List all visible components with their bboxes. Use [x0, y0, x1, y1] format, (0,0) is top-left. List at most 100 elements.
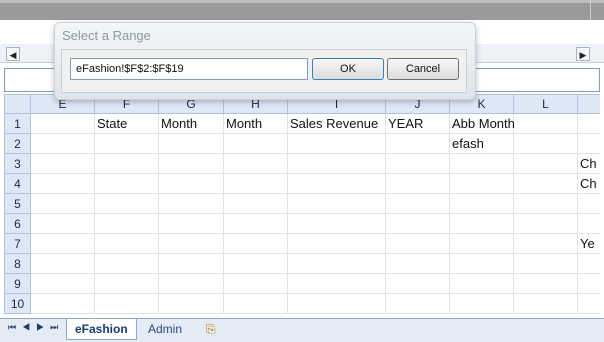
grid-cell[interactable] — [513, 173, 578, 194]
row-header[interactable]: 7 — [4, 233, 31, 254]
row-header[interactable]: 2 — [4, 133, 31, 154]
grid-cell[interactable] — [94, 233, 159, 254]
grid-cell[interactable] — [30, 133, 95, 154]
grid-cell[interactable] — [223, 233, 288, 254]
sheet-nav-icons[interactable]: ⏮◀▶⏭ — [8, 322, 64, 333]
column-header-l[interactable]: L — [513, 94, 578, 114]
row-header[interactable]: 1 — [4, 113, 31, 134]
grid-cell[interactable] — [513, 233, 578, 254]
range-input[interactable] — [70, 58, 308, 80]
grid-cell[interactable] — [30, 113, 95, 134]
grid-cell[interactable] — [223, 173, 288, 194]
grid-cell[interactable] — [287, 133, 386, 154]
chevron-right-icon[interactable]: ▶ — [576, 47, 590, 61]
row-header[interactable]: 5 — [4, 193, 31, 214]
grid-cell[interactable]: State — [94, 113, 159, 134]
grid-cell[interactable] — [223, 273, 288, 294]
chevron-left-icon[interactable]: ◀ — [6, 47, 20, 61]
grid-cell[interactable] — [287, 153, 386, 174]
grid-cell[interactable] — [223, 213, 288, 234]
grid-cell[interactable] — [30, 253, 95, 274]
grid-cell[interactable] — [513, 153, 578, 174]
grid-cell[interactable] — [513, 293, 578, 314]
cancel-button[interactable]: Cancel — [387, 58, 459, 80]
sheet-tab-efashion[interactable]: eFashion — [66, 319, 137, 340]
grid-cell[interactable] — [287, 273, 386, 294]
grid-cell[interactable] — [94, 273, 159, 294]
grid-cell[interactable] — [385, 213, 450, 234]
grid-cell[interactable] — [513, 253, 578, 274]
row-header[interactable]: 8 — [4, 253, 31, 274]
grid-cell[interactable] — [449, 193, 514, 214]
grid-cell[interactable] — [385, 273, 450, 294]
sheet-tab-admin[interactable]: Admin — [140, 319, 190, 339]
grid-cell[interactable] — [30, 153, 95, 174]
grid-cell[interactable] — [385, 193, 450, 214]
grid-cell[interactable] — [223, 193, 288, 214]
grid-cell[interactable] — [577, 113, 600, 134]
grid-cell[interactable] — [577, 253, 600, 274]
grid-cell[interactable] — [385, 233, 450, 254]
grid-cell[interactable]: Month — [223, 113, 288, 134]
grid-cell[interactable] — [513, 133, 578, 154]
grid-cell[interactable] — [287, 293, 386, 314]
row-header[interactable]: 3 — [4, 153, 31, 174]
grid-cell[interactable] — [287, 213, 386, 234]
grid-cell[interactable] — [158, 273, 224, 294]
grid-cell[interactable] — [94, 213, 159, 234]
insert-sheet-icon[interactable]: ⎘ — [198, 319, 224, 339]
grid-cell[interactable] — [449, 293, 514, 314]
grid-cell[interactable] — [158, 213, 224, 234]
grid-cell[interactable] — [94, 193, 159, 214]
grid-cell[interactable] — [287, 233, 386, 254]
grid-cell[interactable]: Sales Revenue — [287, 113, 386, 134]
grid-cell[interactable] — [223, 153, 288, 174]
grid-cell[interactable] — [385, 253, 450, 274]
grid-cell[interactable] — [449, 253, 514, 274]
grid-cell[interactable] — [158, 133, 224, 154]
grid-cell[interactable] — [223, 133, 288, 154]
grid-cell[interactable] — [513, 193, 578, 214]
grid-cell[interactable] — [449, 233, 514, 254]
grid-cell[interactable] — [449, 173, 514, 194]
grid-cell[interactable] — [158, 293, 224, 314]
grid-cell[interactable] — [577, 273, 600, 294]
grid-cell[interactable] — [449, 153, 514, 174]
row-header[interactable]: 9 — [4, 273, 31, 294]
grid-cell[interactable] — [287, 253, 386, 274]
grid-cell[interactable] — [94, 253, 159, 274]
grid-cell[interactable] — [30, 293, 95, 314]
grid-cell[interactable] — [158, 193, 224, 214]
row-header[interactable]: 4 — [4, 173, 31, 194]
grid-cell[interactable]: Ch — [577, 153, 600, 174]
grid-cell[interactable] — [577, 133, 600, 154]
grid-cell[interactable] — [385, 153, 450, 174]
grid-cell[interactable] — [158, 173, 224, 194]
grid-cell[interactable] — [94, 133, 159, 154]
row-header[interactable]: 10 — [4, 293, 31, 314]
grid-cell[interactable] — [94, 173, 159, 194]
grid-cell[interactable] — [577, 193, 600, 214]
grid-cell[interactable] — [513, 273, 578, 294]
grid-cell[interactable] — [513, 213, 578, 234]
grid-cell[interactable]: Ye — [577, 233, 600, 254]
grid-cell[interactable] — [449, 213, 514, 234]
grid-cell[interactable] — [223, 293, 288, 314]
grid-cell[interactable]: efash — [449, 133, 514, 154]
grid-cell[interactable] — [158, 253, 224, 274]
grid-cell[interactable] — [287, 193, 386, 214]
grid-cell[interactable] — [577, 213, 600, 234]
grid-cell[interactable] — [385, 173, 450, 194]
grid-cell[interactable]: Abb Month — [449, 113, 515, 134]
grid-cell[interactable] — [385, 133, 450, 154]
grid-cell[interactable] — [94, 153, 159, 174]
grid-cell[interactable] — [158, 233, 224, 254]
grid-cell[interactable] — [158, 153, 224, 174]
grid-cell[interactable] — [30, 173, 95, 194]
grid-cell[interactable] — [30, 213, 95, 234]
grid-cell[interactable] — [94, 293, 159, 314]
select-all-corner[interactable] — [4, 94, 31, 114]
grid-cell[interactable] — [385, 293, 450, 314]
grid-cell[interactable] — [30, 233, 95, 254]
grid-cell[interactable]: Ch — [577, 173, 600, 194]
